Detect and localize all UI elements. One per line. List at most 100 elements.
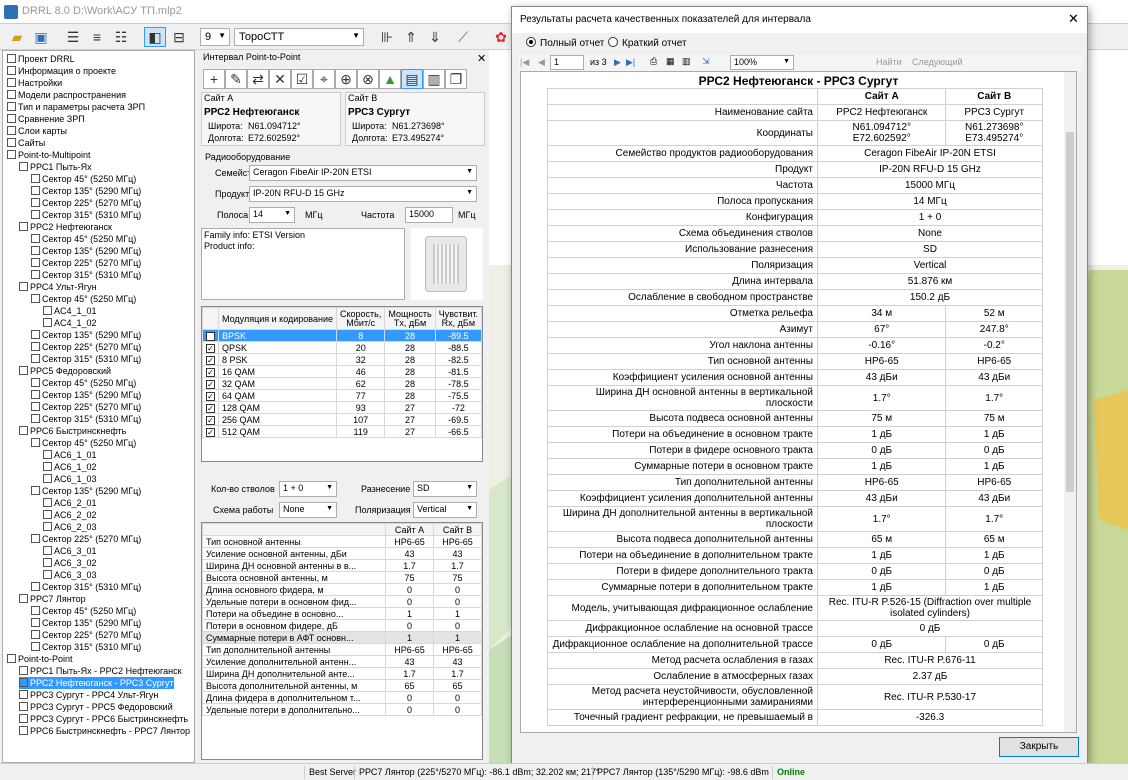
tree-item[interactable]: РРС6 Быстринскнефть xyxy=(19,425,126,437)
tree-item[interactable]: Сектор 135° (5290 МГц) xyxy=(31,245,141,257)
first-page-icon[interactable]: |◀ xyxy=(520,57,529,68)
tree-item[interactable]: Point-to-Multipoint xyxy=(7,149,91,161)
upload-icon[interactable]: ⇑ xyxy=(400,27,422,47)
close-button[interactable]: Закрыть xyxy=(999,737,1079,757)
tree-item[interactable]: Сектор 225° (5270 МГц) xyxy=(31,533,141,545)
doc-icon[interactable]: ▥ xyxy=(423,69,445,89)
antenna-icon[interactable]: ⊪ xyxy=(376,27,398,47)
antenna-row[interactable]: Ширина ДН основной антенны в в... 1.7 1.7 xyxy=(202,559,482,572)
tree-item[interactable]: Сектор 225° (5270 МГц) xyxy=(31,257,141,269)
layout-icon[interactable]: ▥ xyxy=(682,56,691,67)
tree-item[interactable]: Сектор 45° (5250 МГц) xyxy=(31,293,136,305)
tree-item[interactable]: Сектор 315° (5310 МГц) xyxy=(31,353,141,365)
page-input[interactable]: 1 xyxy=(550,55,584,70)
product-select[interactable]: IP-20N RFU-D 15 GHz ▼ xyxy=(249,186,477,202)
tree-item[interactable]: Сектор 45° (5250 МГц) xyxy=(31,173,136,185)
antenna-row[interactable]: Высота дополнительной антенны, м 65 65 xyxy=(202,679,482,692)
tree-item[interactable]: Сектор 315° (5310 МГц) xyxy=(31,641,141,653)
mod-row[interactable]: ✓ 256 QAM 107 27 -69.5 xyxy=(202,413,482,426)
antenna-row[interactable]: Ширина ДН дополнительной анте... 1.7 1.7 xyxy=(202,667,482,680)
tree-item[interactable]: AC6_1_02 xyxy=(43,461,97,473)
tree-list-icon[interactable]: ☷ xyxy=(110,27,132,47)
report-scrollbar[interactable] xyxy=(1064,72,1076,732)
antenna-row[interactable]: Удельные потери в основном фид... 0 0 xyxy=(202,595,482,608)
tree-item[interactable]: РРС7 Лянтор xyxy=(19,593,86,605)
tree-item[interactable]: РРС5 Федоровский xyxy=(19,365,111,377)
zoom-select[interactable]: 100% ▼ xyxy=(730,55,794,70)
tree-item[interactable]: Сектор 315° (5310 МГц) xyxy=(31,581,141,593)
find-link[interactable]: Найти xyxy=(876,57,902,67)
print-icon[interactable]: ⎙ xyxy=(650,56,657,67)
next-page-icon[interactable]: ▶ xyxy=(614,57,621,68)
mod-row[interactable]: ✓ 128 QAM 93 27 -72 xyxy=(202,401,482,414)
antenna-row[interactable]: Суммарные потери в АФТ основн... 1 1 xyxy=(202,631,482,644)
antenna-row[interactable]: Усиление дополнительной антенн... 43 43 xyxy=(202,655,482,668)
full-report-radio[interactable]: Полный отчет xyxy=(526,37,604,49)
antenna-row[interactable]: Потери в основном фидере, дБ 0 0 xyxy=(202,619,482,632)
tree-item[interactable]: Сектор 135° (5290 МГц) xyxy=(31,329,141,341)
short-report-radio[interactable]: Краткий отчет xyxy=(608,37,687,49)
family-select[interactable]: Ceragon FibeAir IP-20N ETSI ▼ xyxy=(249,165,477,181)
tree-item[interactable]: Сектор 315° (5310 МГц) xyxy=(31,209,141,221)
antenna-row[interactable]: Усиление основной антенны, дБи 43 43 xyxy=(202,547,482,560)
font-select[interactable]: ТороСТТ ▼ xyxy=(234,28,364,46)
size-select[interactable]: 9 ▼ xyxy=(200,28,230,46)
tree-item[interactable]: Сайты xyxy=(7,137,45,149)
tree-item[interactable]: Сектор 315° (5310 МГц) xyxy=(31,413,141,425)
page-setup-icon[interactable]: ▦ xyxy=(666,56,675,67)
tree-item[interactable]: РРС1 Пыть-Ях xyxy=(19,161,92,173)
antenna-row[interactable]: Высота основной антенны, м 75 75 xyxy=(202,571,482,584)
antenna-row[interactable]: Удельные потери в дополнительно... 0 0 xyxy=(202,703,482,716)
prev-page-icon[interactable]: ◀ xyxy=(538,57,545,68)
antenna-row[interactable]: Потери на объедине в основно... 1 1 xyxy=(202,607,482,620)
layout-left-icon[interactable]: ◧ xyxy=(144,27,166,47)
folder-open-icon[interactable]: ▰ xyxy=(6,27,28,47)
antenna-row[interactable]: Длина основного фидера, м00 xyxy=(202,583,482,596)
add-icon[interactable]: + xyxy=(203,69,225,89)
tree-item[interactable]: Сектор 135° (5290 МГц) xyxy=(31,185,141,197)
close-panel-icon[interactable]: ✕ xyxy=(477,52,486,65)
tree-item[interactable]: Сектор 45° (5250 МГц) xyxy=(31,233,136,245)
mod-row[interactable]: ✓ 8 PSK 32 28 -82.5 xyxy=(202,353,482,366)
mod-row[interactable]: ✓ 64 QAM 77 28 -75.5 xyxy=(202,389,482,402)
ruler-icon[interactable]: ⟋ xyxy=(452,27,474,47)
delete-icon[interactable]: ✕ xyxy=(269,69,291,89)
tree-item[interactable]: Сектор 135° (5290 МГц) xyxy=(31,485,141,497)
mod-checkbox[interactable]: ✓ xyxy=(206,355,215,365)
tree-item[interactable]: РРС2 Нефтеюганск - РРС3 Сургут xyxy=(19,677,174,689)
mod-checkbox[interactable]: ✓ xyxy=(206,379,215,389)
polar-select[interactable]: Vertical ▼ xyxy=(413,502,477,518)
tree-item[interactable]: AC6_2_03 xyxy=(43,521,97,533)
tree-item[interactable]: РРС1 Пыть-Ях - РРС2 Нефтеюганск xyxy=(19,665,182,677)
link-icon[interactable]: ⇄ xyxy=(247,69,269,89)
tree-item[interactable]: AC6_2_02 xyxy=(43,509,97,521)
tree-item[interactable]: Сектор 135° (5290 МГц) xyxy=(31,617,141,629)
tree-item[interactable]: AC4_1_01 xyxy=(43,305,97,317)
tree-item[interactable]: AC6_2_01 xyxy=(43,497,97,509)
tree-item[interactable]: AC6_3_03 xyxy=(43,569,97,581)
profile-icon[interactable]: ▲ xyxy=(379,69,401,89)
find-next-link[interactable]: Следующий xyxy=(912,57,963,67)
tree-item[interactable]: РРС4 Ульт-Ягун xyxy=(19,281,97,293)
mod-checkbox[interactable]: ✓ xyxy=(206,427,215,437)
tree-item[interactable]: РРС3 Сургут - РРС6 Быстринскнефть xyxy=(19,713,188,725)
tree-item[interactable]: РРС3 Сургут - РРС5 Федоровский xyxy=(19,701,173,713)
tree-item[interactable]: Сектор 315° (5310 МГц) xyxy=(31,269,141,281)
trunks-select[interactable]: 1 + 0 ▼ xyxy=(279,481,337,497)
tree-item[interactable]: Тип и параметры расчета ЗРП xyxy=(7,101,145,113)
diversity-select[interactable]: SD ▼ xyxy=(413,481,477,497)
tree-item[interactable]: Сектор 225° (5270 МГц) xyxy=(31,197,141,209)
tree-item[interactable]: Сектор 225° (5270 МГц) xyxy=(31,341,141,353)
mod-checkbox[interactable]: ✓ xyxy=(206,415,215,425)
tree-item[interactable]: Point-to-Point xyxy=(7,653,73,665)
antenna-row[interactable]: Тип основной антенны HP6-65 HP6-65 xyxy=(202,535,482,548)
mod-checkbox[interactable]: ✓ xyxy=(206,343,215,353)
edit-icon[interactable]: ✎ xyxy=(225,69,247,89)
mod-checkbox[interactable]: ✓ xyxy=(206,331,215,341)
report-icon[interactable]: ▤ xyxy=(401,69,423,89)
layout-split-icon[interactable]: ⊟ xyxy=(168,27,190,47)
save-icon[interactable]: ▣ xyxy=(30,27,52,47)
zoom-icon[interactable]: ⊕ xyxy=(335,69,357,89)
tree-item[interactable]: РРС3 Сургут - РРС4 Ульт-Ягун xyxy=(19,689,158,701)
tree-item[interactable]: Сектор 225° (5270 МГц) xyxy=(31,629,141,641)
